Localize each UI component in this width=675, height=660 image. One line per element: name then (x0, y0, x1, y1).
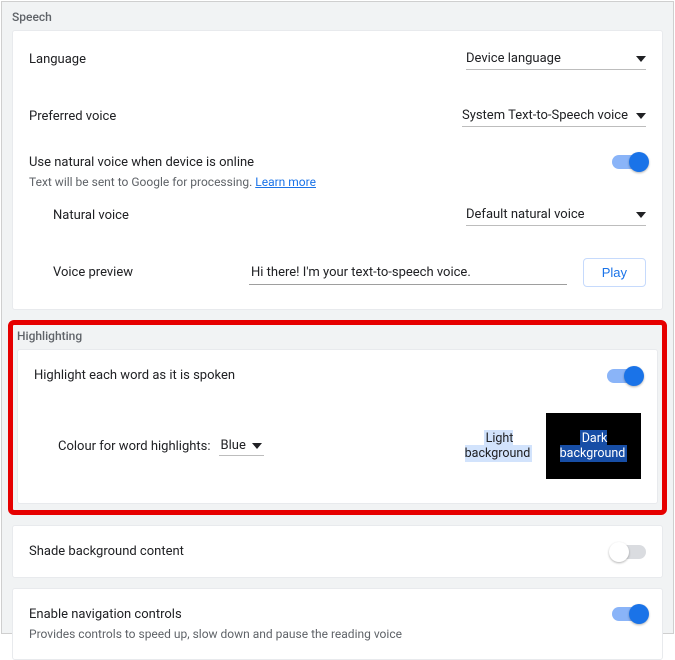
nav-panel: Enable navigation controls Provides cont… (12, 588, 663, 660)
natural-voice-select[interactable]: Default natural voice (466, 205, 646, 226)
chevron-down-icon (636, 56, 646, 62)
preferred-voice-row: Preferred voice System Text-to-Speech vo… (13, 88, 662, 145)
natural-voice-toggle[interactable] (612, 155, 646, 169)
highlighting-section-title: Highlighting (13, 325, 662, 349)
voice-preview-input[interactable] (249, 261, 567, 285)
preferred-voice-select[interactable]: System Text-to-Speech voice (462, 106, 646, 127)
natural-voice-row: Natural voice Default natural voice (13, 199, 662, 244)
highlighting-panel: Highlight each word as it is spoken Colo… (17, 349, 658, 504)
chevron-down-icon (636, 212, 646, 218)
language-select[interactable]: Device language (466, 49, 646, 70)
language-label: Language (29, 52, 86, 67)
speech-section-title: Speech (2, 2, 673, 30)
natural-voice-row-label: Natural voice (53, 208, 129, 223)
highlight-each-word-toggle[interactable] (607, 369, 641, 383)
highlight-color-value: Blue (221, 438, 246, 453)
chevron-down-icon (636, 113, 646, 119)
language-value: Device language (466, 51, 561, 66)
highlight-each-word-row: Highlight each word as it is spoken (18, 350, 657, 401)
shade-toggle[interactable] (612, 545, 646, 559)
nav-label: Enable navigation controls (29, 607, 612, 622)
voice-preview-row: Voice preview Play (13, 244, 662, 309)
highlight-each-word-label: Highlight each word as it is spoken (34, 368, 235, 383)
preferred-voice-value: System Text-to-Speech voice (462, 108, 628, 123)
highlighting-callout: Highlighting Highlight each word as it i… (8, 320, 667, 515)
nav-row: Enable navigation controls Provides cont… (13, 589, 662, 659)
highlight-color-row: Colour for word highlights: Blue Light b… (18, 401, 657, 503)
voice-preview-label: Voice preview (53, 265, 233, 280)
shade-panel: Shade background content (12, 525, 663, 578)
highlight-color-label: Colour for word highlights: (58, 439, 211, 454)
learn-more-link[interactable]: Learn more (255, 175, 316, 189)
preferred-voice-label: Preferred voice (29, 109, 116, 124)
chevron-down-icon (252, 443, 262, 449)
nav-toggle[interactable] (612, 607, 646, 621)
natural-voice-sublabel: Text will be sent to Google for processi… (29, 175, 612, 189)
shade-row: Shade background content (13, 526, 662, 577)
nav-sublabel: Provides controls to speed up, slow down… (29, 627, 612, 641)
speech-panel: Language Device language Preferred voice… (12, 30, 663, 310)
settings-container: Speech Language Device language Preferre… (1, 1, 674, 634)
shade-label: Shade background content (29, 544, 184, 559)
highlight-color-select[interactable]: Blue (219, 436, 264, 456)
preview-light: Light background (451, 413, 546, 479)
natural-voice-value: Default natural voice (466, 207, 585, 222)
highlight-previews: Light background Dark background (451, 413, 641, 479)
natural-voice-toggle-row: Use natural voice when device is online … (13, 145, 662, 199)
play-button[interactable]: Play (583, 258, 646, 287)
language-row: Language Device language (13, 31, 662, 88)
preview-dark: Dark background (546, 413, 641, 479)
natural-voice-label: Use natural voice when device is online (29, 155, 612, 170)
